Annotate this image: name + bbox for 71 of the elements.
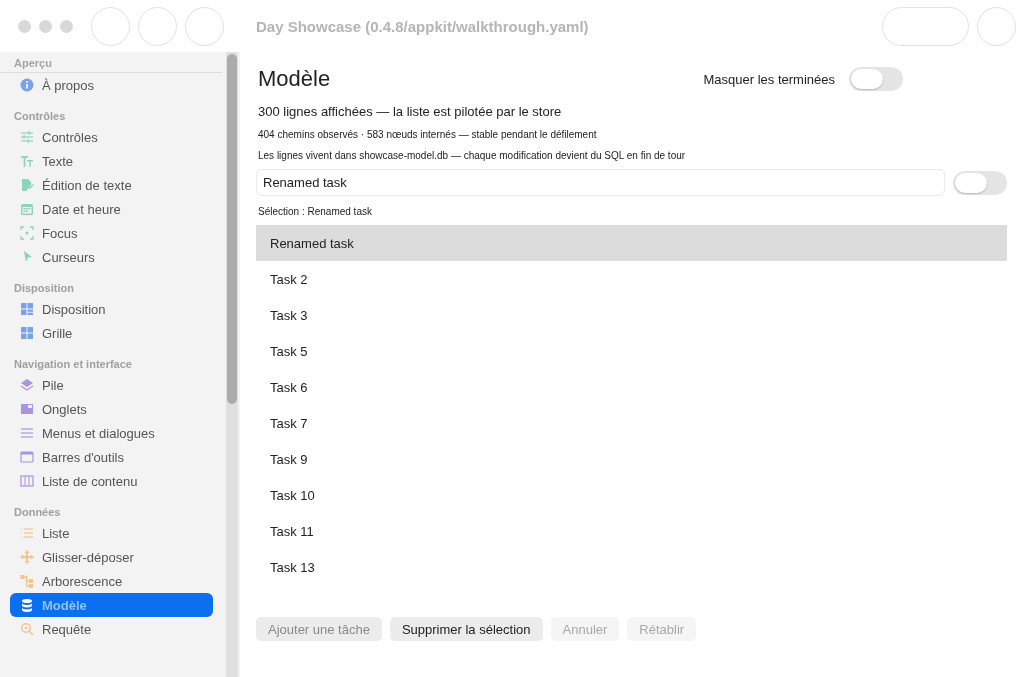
- info-icon: [20, 78, 34, 92]
- sidebar-item[interactable]: Date et heure: [10, 197, 213, 221]
- sidebar-item[interactable]: Liste de contenu: [10, 469, 213, 493]
- layers-icon: [20, 378, 34, 392]
- section-header: Disposition: [13, 281, 75, 296]
- sidebar-item[interactable]: Texte: [10, 149, 213, 173]
- sidebar-item[interactable]: Contrôles: [10, 125, 213, 149]
- sidebar-item[interactable]: Liste: [10, 521, 213, 545]
- task-row[interactable]: Task 9: [256, 441, 1007, 477]
- toolbar-button[interactable]: [138, 6, 177, 46]
- sidebar-item[interactable]: Focus: [10, 221, 213, 245]
- tabs-icon: [20, 402, 34, 416]
- action-button[interactable]: Supprimer la sélection: [389, 617, 543, 641]
- minimize-button[interactable]: [39, 19, 52, 33]
- page-title: Modèle: [258, 66, 331, 92]
- section-header: Contrôles: [13, 109, 67, 124]
- sliders-icon: [20, 130, 34, 144]
- sidebar-item[interactable]: Curseurs: [10, 245, 213, 269]
- toolbar-button[interactable]: [91, 6, 130, 46]
- sidebar-item[interactable]: Onglets: [10, 397, 213, 421]
- sidebar-item[interactable]: Grille: [10, 321, 213, 345]
- magnifier-icon: [20, 622, 34, 636]
- calendar-icon: [20, 202, 34, 216]
- task-name-field[interactable]: Renamed task: [256, 169, 945, 196]
- sidebar-item[interactable]: À propos: [10, 73, 213, 97]
- grid-icon: [20, 326, 34, 340]
- text-size-icon: [20, 154, 34, 168]
- move-icon: [20, 550, 34, 564]
- task-row[interactable]: Task 2: [256, 261, 1007, 297]
- sidebar-item[interactable]: Barres d'outils: [10, 445, 213, 469]
- zoom-button[interactable]: [60, 19, 73, 33]
- sidebar-item[interactable]: Glisser-déposer: [10, 545, 213, 569]
- window-title: Day Showcase (0.4.8/appkit/walkthrough.yaml): [256, 17, 589, 35]
- hide-done-switch[interactable]: [849, 67, 903, 91]
- columns-icon: [20, 474, 34, 488]
- document-pen-icon: [20, 178, 34, 192]
- task-row[interactable]: Task 13: [256, 549, 1007, 585]
- section-header: Navigation et interface: [13, 357, 133, 372]
- scrollbar-thumb[interactable]: [227, 54, 237, 404]
- summary-text: 300 lignes affichées — la liste est pilotée par le store: [258, 104, 563, 119]
- sidebar-item[interactable]: Requête: [10, 617, 213, 641]
- sidebar-item[interactable]: Arborescence: [10, 569, 213, 593]
- toolbar-button[interactable]: [185, 6, 224, 46]
- section-header: Aperçu: [0, 54, 222, 73]
- done-switch[interactable]: [953, 170, 1007, 195]
- hierarchy-icon: [20, 574, 34, 588]
- task-row[interactable]: Task 3: [256, 297, 1007, 333]
- database-icon: [20, 598, 34, 612]
- sidebar-item[interactable]: Édition de texte: [10, 173, 213, 197]
- focus-icon: [20, 226, 34, 240]
- toolbar-button[interactable]: [882, 6, 969, 46]
- list-icon: [20, 526, 34, 540]
- close-button[interactable]: [18, 19, 31, 33]
- toggle-label: Masquer les terminées: [703, 71, 835, 87]
- sidebar-item[interactable]: Pile: [10, 373, 213, 397]
- stats-text: 404 chemins observés · 583 nœuds internés — stable pendant le défilement: [258, 129, 598, 140]
- sidebar-item[interactable]: Menus et dialogues: [10, 421, 213, 445]
- task-row[interactable]: Task 11: [256, 513, 1007, 549]
- sidebar-item[interactable]: Disposition: [10, 297, 213, 321]
- toolbar-button[interactable]: [977, 6, 1016, 46]
- section-header: Données: [13, 505, 62, 520]
- selection-text: Sélection : Renamed task: [258, 206, 373, 217]
- task-row[interactable]: Task 5: [256, 333, 1007, 369]
- task-row[interactable]: Task 7: [256, 405, 1007, 441]
- task-row[interactable]: Task 6: [256, 369, 1007, 405]
- task-row[interactable]: Renamed task: [256, 225, 1007, 261]
- task-row[interactable]: Task 10: [256, 477, 1007, 513]
- layout-icon: [20, 302, 34, 316]
- window-icon: [20, 450, 34, 464]
- menu-icon: [20, 426, 34, 440]
- note-text: Les lignes vivent dans showcase-model.db — chaque modification devient du SQL en fin de tour: [258, 150, 687, 161]
